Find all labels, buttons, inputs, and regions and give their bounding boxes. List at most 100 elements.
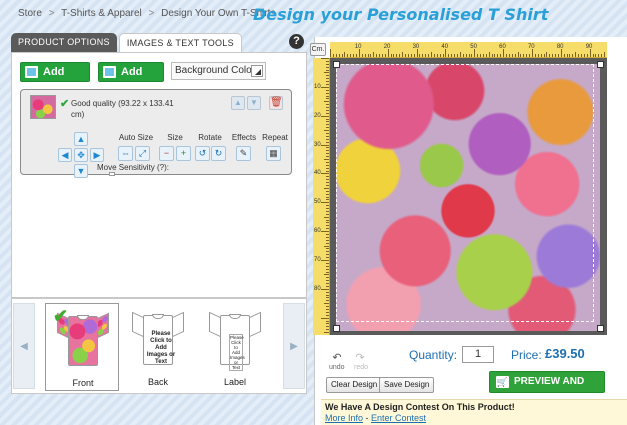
zoom-out-icon[interactable]: − xyxy=(159,146,174,161)
ruler-tick xyxy=(326,265,329,267)
resize-handle[interactable] xyxy=(597,61,604,68)
ruler-tick xyxy=(321,86,329,88)
autosize-fit-icon[interactable]: ⤢ xyxy=(135,146,150,161)
rotate-right-icon[interactable]: ↻ xyxy=(211,146,226,161)
ruler-tick xyxy=(326,205,329,207)
ruler-tick xyxy=(324,72,329,74)
ruler-tick xyxy=(462,54,464,57)
colour-swatch-icon[interactable] xyxy=(251,65,263,77)
rotate-label: Rotate xyxy=(198,133,222,142)
ruler-tick xyxy=(355,54,357,57)
design-image-flowers[interactable] xyxy=(336,64,600,331)
quantity-input[interactable]: 1 xyxy=(462,346,494,363)
ruler-tick xyxy=(575,52,577,57)
repeat-grid-icon[interactable]: ▦ xyxy=(266,146,281,161)
ruler-tick xyxy=(546,52,548,57)
ruler-tick xyxy=(326,179,329,181)
background-colour-select[interactable]: Background Colour xyxy=(171,62,266,80)
save-design-button[interactable]: Save Design xyxy=(379,377,435,393)
ruler-tick xyxy=(373,52,375,57)
breadcrumb: Store > T-Shirts & Apparel > Design Your… xyxy=(18,8,279,19)
ruler-tick xyxy=(560,49,562,57)
ruler-label: 50 xyxy=(470,44,477,50)
ruler-tick xyxy=(321,317,329,319)
layer-thumbnail[interactable] xyxy=(30,95,56,119)
ruler-tick xyxy=(326,291,329,293)
ruler-tick xyxy=(497,54,499,57)
back-placeholder-text: Please Click to Add Images or Text xyxy=(146,331,176,365)
enter-contest-link[interactable]: Enter Contest xyxy=(371,413,426,423)
ruler-tick xyxy=(321,58,329,59)
ruler-tick xyxy=(454,54,456,57)
view-back-label: Back xyxy=(147,377,168,387)
size-label: Size xyxy=(167,133,183,142)
resize-handle[interactable] xyxy=(333,325,340,332)
ruler-label: 80 xyxy=(314,285,321,292)
move-right-arrow-icon[interactable]: ▶ xyxy=(90,148,104,162)
resize-handle[interactable] xyxy=(333,61,340,68)
ruler-tick xyxy=(350,54,352,57)
rotate-left-icon[interactable]: ↺ xyxy=(195,146,210,161)
help-button[interactable]: ? xyxy=(289,34,304,49)
ruler-tick xyxy=(326,75,329,77)
view-front[interactable]: ✔ Front xyxy=(45,303,119,391)
price-value: £39.50 xyxy=(545,346,585,361)
move-sensitivity-slider[interactable] xyxy=(109,172,115,176)
preview-and-buy-button[interactable]: 🛒 PREVIEW AND BUY xyxy=(489,371,605,407)
ruler-tick xyxy=(344,52,346,57)
more-info-link[interactable]: More Info xyxy=(325,413,363,423)
center-icon[interactable]: ✥ xyxy=(74,148,88,162)
add-text-button[interactable]: Add Text xyxy=(98,62,164,96)
layer-up-button[interactable]: ▲ xyxy=(231,96,245,110)
delete-layer-button[interactable]: 🗑 xyxy=(269,96,283,110)
ruler-tick xyxy=(326,268,329,270)
quality-text: Good quality (93.22 x 133.41 cm) xyxy=(71,99,174,119)
move-left-arrow-icon[interactable]: ◀ xyxy=(58,148,72,162)
ruler-tick xyxy=(523,54,525,57)
autosize-width-icon[interactable]: ⇔ xyxy=(118,146,133,161)
ruler-tick xyxy=(428,54,430,57)
effects-wand-icon[interactable]: ✎ xyxy=(236,146,251,161)
text-icon xyxy=(103,66,116,78)
view-back[interactable]: Please Click to Add Images or Text Back xyxy=(121,303,195,391)
ruler-tick xyxy=(430,52,432,57)
ruler-tick xyxy=(326,147,329,149)
next-view-arrow-icon[interactable]: ▶ xyxy=(283,303,305,389)
ruler-tick xyxy=(326,89,329,91)
ruler-vertical: 10 20 30 40 50 60 70 80 xyxy=(313,58,330,335)
ruler-label: 10 xyxy=(354,44,362,50)
undo-icon[interactable]: ↶ xyxy=(330,351,344,364)
repeat-label: Repeat xyxy=(262,133,288,142)
tab-images-text-tools[interactable]: IMAGES & TEXT TOOLS xyxy=(118,33,242,52)
ruler-tick xyxy=(503,49,505,57)
clear-design-button[interactable]: Clear Design xyxy=(326,377,383,393)
ruler-tick xyxy=(326,248,329,250)
ruler-label: 40 xyxy=(441,44,449,50)
ruler-tick xyxy=(326,213,329,215)
ruler-tick xyxy=(592,54,594,57)
move-up-arrow-icon[interactable]: ▲ xyxy=(74,132,88,146)
ruler-tick xyxy=(517,52,519,57)
unit-toggle-button[interactable]: Cm. xyxy=(310,43,326,56)
zoom-in-icon[interactable]: + xyxy=(176,146,191,161)
ruler-tick xyxy=(326,283,329,285)
ruler-tick xyxy=(433,54,435,57)
ruler-tick xyxy=(326,257,329,259)
breadcrumb-store[interactable]: Store xyxy=(18,8,42,19)
resize-handle[interactable] xyxy=(597,325,604,332)
layer-down-button[interactable]: ▼ xyxy=(247,96,261,110)
ruler-tick xyxy=(326,138,329,140)
ruler-tick xyxy=(326,184,329,186)
ruler-tick xyxy=(321,144,329,146)
ruler-label: 20 xyxy=(314,112,321,119)
ruler-tick xyxy=(445,49,447,57)
redo-icon[interactable]: ↷ xyxy=(353,351,367,364)
move-down-arrow-icon[interactable]: ▼ xyxy=(74,164,88,178)
design-canvas[interactable] xyxy=(330,58,607,335)
breadcrumb-tshirts-apparel[interactable]: T-Shirts & Apparel xyxy=(61,8,142,19)
previous-view-arrow-icon[interactable]: ◀ xyxy=(13,303,35,389)
view-label[interactable]: Please Click to Add Images or Text Label xyxy=(198,303,272,391)
tab-product-options[interactable]: PRODUCT OPTIONS xyxy=(11,33,117,52)
cart-icon: 🛒 xyxy=(496,376,509,388)
add-image-button[interactable]: Add Image xyxy=(20,62,90,96)
